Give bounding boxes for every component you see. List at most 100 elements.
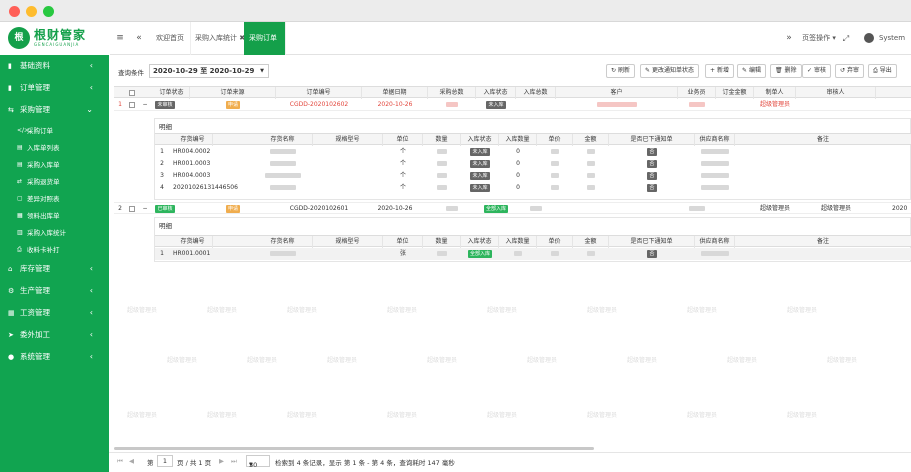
gear-icon: ⚙ xyxy=(8,287,15,295)
stock-status-badge: 全部入库 xyxy=(483,205,508,213)
edit-button[interactable]: ✎ 编辑 xyxy=(737,64,766,78)
book-icon: ▮ xyxy=(8,62,12,70)
prev-page-icon[interactable]: ◀ xyxy=(129,457,134,465)
sidebar-sub-purchase-return[interactable]: ⇄ 采购退货单 xyxy=(0,174,109,190)
export-button[interactable]: ⎙ 导出 xyxy=(868,64,897,78)
sidebar-item-outsourcing[interactable]: ➤ 委外加工 ‹ xyxy=(0,325,109,345)
sidebar-sub-stockin-list[interactable]: ▤ 入库单列表 xyxy=(0,140,109,156)
watermark-text: 超级管理员 xyxy=(427,357,458,364)
sidebar-sub-purchase-order[interactable]: </> 采购订单 xyxy=(0,123,109,139)
chevron-down-icon: ⌄ xyxy=(86,105,93,114)
select-all-checkbox[interactable] xyxy=(129,90,135,96)
order-date: 2020-10-26 xyxy=(377,101,413,108)
sidebar-item-system[interactable]: ● 系统管理 ‹ xyxy=(0,347,109,367)
horizontal-scrollbar[interactable] xyxy=(114,447,594,450)
caret-down-icon: ▼ xyxy=(260,68,264,74)
detail-header: 存货编号 存货名称 规格型号 单位 数量 入库状态 入库数量 单价 金额 是否已… xyxy=(155,133,911,146)
tabs-right-icon[interactable]: » xyxy=(783,22,795,55)
tabs-left-icon[interactable]: « xyxy=(132,22,146,55)
next-page-icon[interactable]: ▶ xyxy=(219,457,224,465)
page-summary: 检索到 4 条记录，显示 第 1 条 - 第 4 条，查询耗时 147 毫秒 xyxy=(275,459,455,467)
order-number[interactable]: CGDD-2020102601 xyxy=(276,203,362,215)
exchange-icon: ⇄ xyxy=(17,178,23,185)
chevron-left-icon: ‹ xyxy=(89,308,93,317)
page-ops-dropdown[interactable]: 页签操作 ▾ xyxy=(800,22,838,55)
user-name[interactable]: System xyxy=(878,22,906,55)
unaudit-button[interactable]: ↺ 弃审 xyxy=(835,64,864,78)
window-close-button[interactable] xyxy=(9,6,20,17)
page-size-select[interactable]: 30 ▼ xyxy=(246,455,270,469)
page-number-input[interactable]: 1 xyxy=(157,455,173,467)
caret-down-icon: ▼ xyxy=(249,462,253,468)
watermark-text: 超级管理员 xyxy=(327,357,358,364)
maker: 超级管理员 xyxy=(759,101,790,108)
sidebar-item-purchase[interactable]: ⇆ 采购管理 ⌄ xyxy=(0,100,109,120)
delete-button[interactable]: 🗑 删除 xyxy=(770,64,802,78)
main-content: 查询条件 2020-10-29 至 2020-10-29 ▼ ↻ 刷新 ✎ 更改通… xyxy=(109,55,911,472)
menu-toggle-icon[interactable]: ≡ xyxy=(112,22,128,55)
tab-purchase-stock-stats[interactable]: 采购入库统计 ✖ xyxy=(189,22,253,55)
sidebar-sub-reprint-card[interactable]: ⎙ 收料卡补打 xyxy=(0,242,109,258)
collapse-icon[interactable]: − xyxy=(140,203,150,215)
send-icon: ➤ xyxy=(8,331,14,339)
watermark-text: 超级管理员 xyxy=(587,307,618,314)
window-maximize-button[interactable] xyxy=(43,6,54,17)
order-number[interactable]: CGDD-2020102602 xyxy=(276,99,362,111)
chevron-left-icon: ‹ xyxy=(89,83,93,92)
chevron-left-icon: ‹ xyxy=(89,264,93,273)
refresh-button[interactable]: ↻ 刷新 xyxy=(606,64,635,78)
first-page-icon[interactable]: ⏮ xyxy=(117,457,123,466)
order-date: 2020-10-26 xyxy=(377,205,413,212)
detail-row[interactable]: 4 20201026131446506 个 未入库 0 否 xyxy=(155,182,911,194)
chevron-left-icon: ‹ xyxy=(89,61,93,70)
sidebar-item-orders[interactable]: ▮ 订单管理 ‹ xyxy=(0,78,109,98)
sidebar-sub-diff-table[interactable]: ▢ 差异对照表 xyxy=(0,191,109,207)
logo: 根 根财管家 GENCAIGUANJIA xyxy=(0,22,110,55)
avatar[interactable] xyxy=(862,22,876,55)
add-button[interactable]: + 新增 xyxy=(705,64,734,78)
table-row[interactable]: 1 − 未审核 申请 CGDD-2020102602 2020-10-26 未入… xyxy=(114,99,911,111)
purchase-icon: ⇆ xyxy=(8,106,14,114)
watermark-text: 超级管理员 xyxy=(487,412,518,419)
sidebar-item-base-data[interactable]: ▮ 基础资料 ‹ xyxy=(0,56,109,76)
sidebar-sub-material-out[interactable]: ▦ 领料出库单 xyxy=(0,208,109,224)
detail-row[interactable]: 1 HR001.0001 张 全部入库 否 xyxy=(155,248,911,260)
tab-purchase-order[interactable]: 采购订单 ✖ xyxy=(244,22,286,75)
detail-row[interactable]: 1 HR004.0002 个 未入库 0 否 xyxy=(155,146,911,158)
chevron-left-icon: ‹ xyxy=(89,352,93,361)
sidebar-item-inventory[interactable]: ⌂ 库存管理 ‹ xyxy=(0,259,109,279)
last-page-icon[interactable]: ⏭ xyxy=(231,457,237,466)
app-header: 根 根财管家 GENCAIGUANJIA ≡ « 欢迎首页 采购入库统计 ✖ 采… xyxy=(0,22,911,75)
change-notice-status-button[interactable]: ✎ 更改通知单状态 xyxy=(640,64,699,78)
collapse-icon[interactable]: − xyxy=(140,99,150,111)
detail-panel: 明细 存货编号 存货名称 规格型号 单位 数量 入库状态 入库数量 单价 金额 … xyxy=(154,217,911,262)
watermark-text: 超级管理员 xyxy=(627,357,658,364)
sidebar-item-production[interactable]: ⚙ 生产管理 ‹ xyxy=(0,281,109,301)
toolbar: 查询条件 2020-10-29 至 2020-10-29 ▼ ↻ 刷新 ✎ 更改通… xyxy=(109,55,911,85)
watermark-text: 超级管理员 xyxy=(207,412,238,419)
tab-welcome[interactable]: 欢迎首页 xyxy=(150,22,191,55)
sidebar-item-salary[interactable]: ▦ 工资管理 ‹ xyxy=(0,303,109,323)
table-icon: ▦ xyxy=(8,309,15,317)
watermark-text: 超级管理员 xyxy=(167,357,198,364)
chevron-left-icon: ‹ xyxy=(89,330,93,339)
row-checkbox[interactable] xyxy=(129,102,135,108)
date-range-input[interactable]: 2020-10-29 至 2020-10-29 ▼ xyxy=(149,64,269,78)
watermark-text: 超级管理员 xyxy=(247,357,278,364)
watermark-text: 超级管理员 xyxy=(787,307,818,314)
detail-row[interactable]: 3 HR004.0003 个 未入库 0 否 xyxy=(155,170,911,182)
detail-row[interactable]: 2 HR001.0003 个 未入库 0 否 xyxy=(155,158,911,170)
watermark-text: 超级管理员 xyxy=(787,412,818,419)
grid-header: 订单状态 订单来源 订单编号 单据日期 采购总数 入库状态 入库总数 客户 业务… xyxy=(114,86,911,99)
window-minimize-button[interactable] xyxy=(26,6,37,17)
row-checkbox[interactable] xyxy=(129,206,135,212)
user-icon: ● xyxy=(8,353,15,361)
watermark-text: 超级管理员 xyxy=(387,307,418,314)
sidebar-sub-stockin-stats[interactable]: ▥ 采购入库统计 xyxy=(0,225,109,241)
sidebar-sub-purchase-stockin[interactable]: ▤ 采购入库单 xyxy=(0,157,109,173)
chart-icon: ▥ xyxy=(17,229,23,236)
table-row[interactable]: 2 − 已审核 申请 CGDD-2020102601 2020-10-26 全部… xyxy=(114,202,911,214)
detail-title: 明细 xyxy=(159,123,172,131)
fullscreen-icon[interactable]: ⤢ xyxy=(840,22,852,55)
audit-button[interactable]: ✓ 审核 xyxy=(802,64,831,78)
